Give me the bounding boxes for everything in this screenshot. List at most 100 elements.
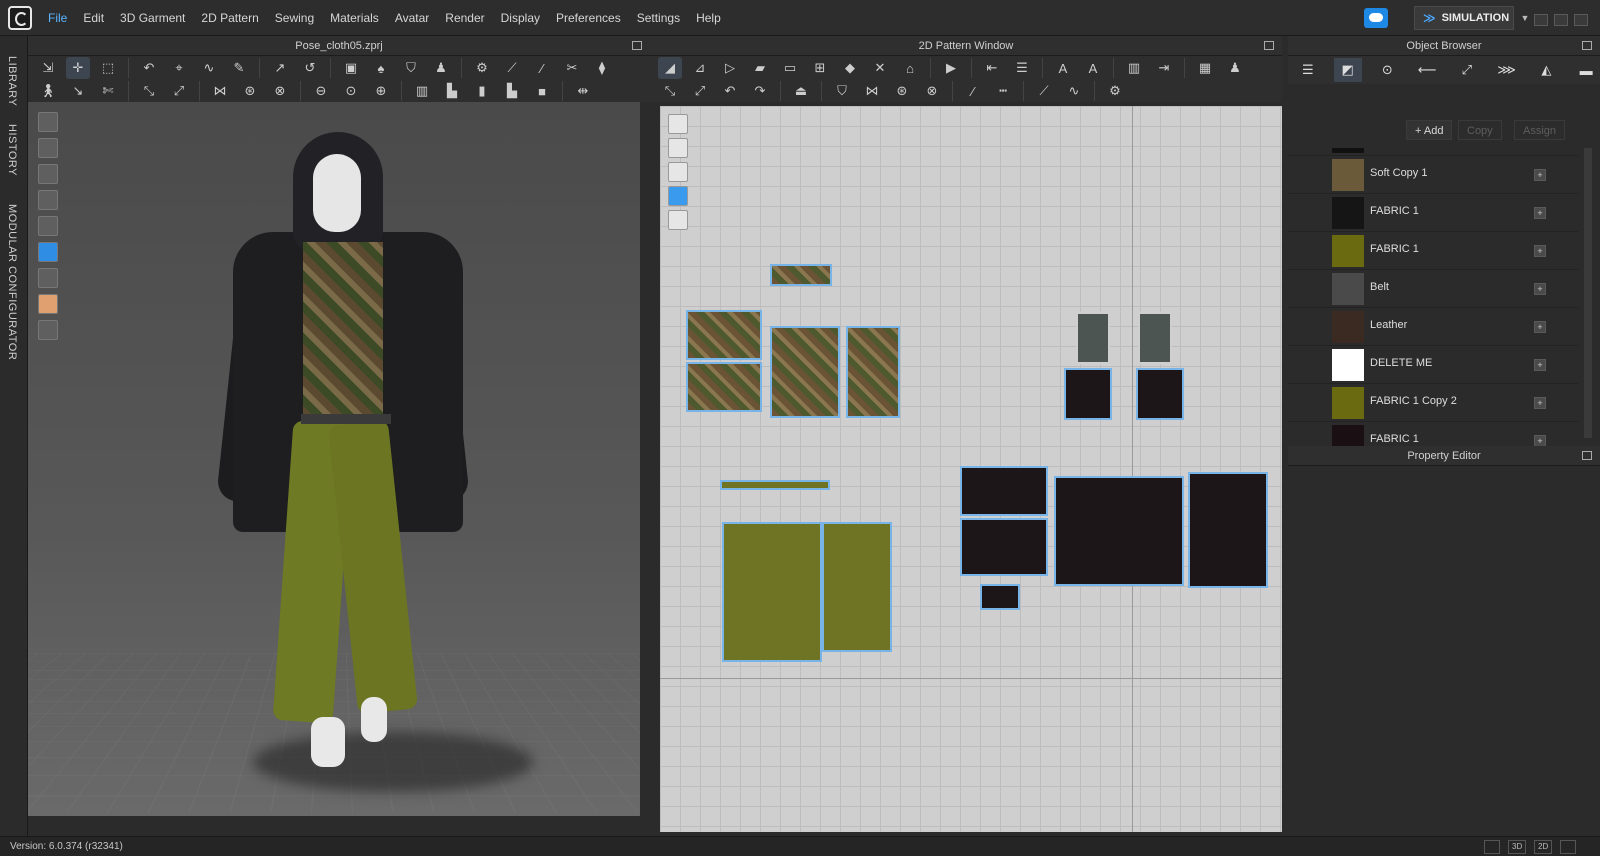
sew-icon[interactable]: ↘ bbox=[66, 80, 90, 102]
info-icon[interactable] bbox=[668, 162, 688, 182]
view-mode-icon[interactable] bbox=[38, 112, 58, 132]
skin-icon[interactable] bbox=[38, 294, 58, 314]
text-icon[interactable]: A bbox=[1051, 57, 1075, 79]
tape-icon[interactable]: ↺ bbox=[298, 57, 322, 79]
menu-settings[interactable]: Settings bbox=[629, 0, 688, 36]
dash-icon[interactable]: ┅ bbox=[991, 80, 1015, 102]
tack-icon[interactable]: ∿ bbox=[197, 57, 221, 79]
popout-icon[interactable] bbox=[1582, 41, 1592, 50]
minimize-button[interactable] bbox=[1534, 14, 1548, 26]
ruler-icon[interactable]: ⟋ bbox=[500, 57, 524, 79]
diag-icon[interactable]: ⁄ bbox=[961, 80, 985, 102]
iron-icon[interactable]: ⏏ bbox=[789, 80, 813, 102]
text2-icon[interactable]: A bbox=[1081, 57, 1105, 79]
sew2-2d-icon[interactable]: ⊛ bbox=[890, 80, 914, 102]
simulation-dropdown-icon[interactable]: ▼ bbox=[1518, 6, 1532, 30]
pencil-icon[interactable] bbox=[668, 114, 688, 134]
cut-icon[interactable]: ✕ bbox=[868, 57, 892, 79]
avatar-tool-icon[interactable]: ▣ bbox=[339, 57, 363, 79]
pattern-piece-jacket-front[interactable] bbox=[1054, 476, 1184, 586]
trace-icon[interactable]: ⌂ bbox=[898, 57, 922, 79]
polygon-icon[interactable]: ▰ bbox=[748, 57, 772, 79]
sew3-2d-icon[interactable]: ⊗ bbox=[920, 80, 944, 102]
person2d-icon[interactable]: ♟ bbox=[1223, 57, 1247, 79]
shirt-icon[interactable]: ⛉ bbox=[399, 57, 423, 79]
menu-help[interactable]: Help bbox=[688, 0, 729, 36]
texture2d-icon[interactable]: ▦ bbox=[1193, 57, 1217, 79]
stitch-line-icon[interactable]: ⟋ bbox=[1032, 80, 1056, 102]
popout-icon[interactable] bbox=[1582, 451, 1592, 460]
pin-icon[interactable]: ⌖ bbox=[167, 57, 191, 79]
pattern-piece-sleeve-upper[interactable] bbox=[686, 310, 762, 360]
person-view-icon[interactable] bbox=[38, 216, 58, 236]
shading-icon[interactable] bbox=[38, 268, 58, 288]
garment-icon[interactable]: ♠ bbox=[369, 57, 393, 79]
pattern-piece-jacket-sleeve-lower[interactable] bbox=[960, 518, 1048, 576]
topstitch-tab-icon[interactable]: ⤢ bbox=[1453, 58, 1481, 82]
menu-sewing[interactable]: Sewing bbox=[267, 0, 322, 36]
pattern-piece-hood-left[interactable] bbox=[1076, 312, 1110, 364]
camo-shirt[interactable] bbox=[303, 242, 383, 417]
transform-pattern-icon[interactable]: ◢ bbox=[658, 57, 682, 79]
cloud-icon[interactable] bbox=[1364, 8, 1388, 28]
pattern-piece-shirt-back[interactable] bbox=[846, 326, 900, 418]
button2-icon[interactable]: ⊙ bbox=[339, 80, 363, 102]
menu-render[interactable]: Render bbox=[437, 0, 492, 36]
wave-icon[interactable]: ∿ bbox=[1062, 80, 1086, 102]
grading-icon[interactable]: ☰ bbox=[1010, 57, 1034, 79]
person-icon[interactable]: ♟ bbox=[429, 57, 453, 79]
copy-button[interactable]: Copy bbox=[1458, 120, 1502, 140]
buttonhole-tab-icon[interactable]: ⟵ bbox=[1413, 58, 1441, 82]
seam-icon[interactable]: ⤡ bbox=[137, 80, 161, 102]
edit-point-icon[interactable]: ⊿ bbox=[688, 57, 712, 79]
material-apply-icon[interactable]: + bbox=[1534, 397, 1546, 409]
material-apply-icon[interactable]: + bbox=[1534, 169, 1546, 181]
menu-materials[interactable]: Materials bbox=[322, 0, 387, 36]
menu-edit[interactable]: Edit bbox=[75, 0, 112, 36]
brush-icon[interactable]: ✎ bbox=[227, 57, 251, 79]
pattern-piece-jacket-sleeve-upper[interactable] bbox=[960, 466, 1048, 516]
material-item[interactable]: FABRIC 1 + bbox=[1288, 232, 1578, 270]
more-tab-icon[interactable]: ▬ bbox=[1572, 58, 1600, 82]
trim-icon[interactable]: ✂ bbox=[560, 57, 584, 79]
pattern-piece-hood-side-right[interactable] bbox=[1136, 368, 1184, 420]
material-apply-icon[interactable]: + bbox=[1534, 283, 1546, 295]
arrows-icon[interactable]: ⇹ bbox=[571, 80, 595, 102]
menu-avatar[interactable]: Avatar bbox=[387, 0, 437, 36]
menu-2d-pattern[interactable]: 2D Pattern bbox=[193, 0, 266, 36]
add-button[interactable]: + Add bbox=[1406, 120, 1453, 140]
seam-line-icon[interactable]: ⤡ bbox=[658, 80, 682, 102]
assign-button[interactable]: Assign bbox=[1514, 120, 1566, 140]
popout-icon[interactable] bbox=[632, 41, 642, 50]
menu-display[interactable]: Display bbox=[493, 0, 548, 36]
fill3-icon[interactable]: ▙ bbox=[500, 80, 524, 102]
tab-history[interactable]: HISTORY bbox=[6, 124, 18, 176]
line-icon[interactable]: ⁄ bbox=[530, 57, 554, 79]
button-tab-icon[interactable]: ⊙ bbox=[1374, 58, 1402, 82]
viewport-3d[interactable] bbox=[28, 102, 640, 816]
simulation-button[interactable]: ≫ SIMULATION bbox=[1414, 6, 1514, 30]
button3-icon[interactable]: ⊕ bbox=[369, 80, 393, 102]
material-item[interactable]: FABRIC 1 + bbox=[1288, 194, 1578, 232]
lock-icon[interactable] bbox=[668, 210, 688, 230]
pattern-canvas[interactable] bbox=[660, 106, 1282, 832]
move-icon[interactable]: ✛ bbox=[66, 57, 90, 79]
close-button[interactable] bbox=[1574, 14, 1588, 26]
pattern-piece-waistband[interactable] bbox=[720, 480, 830, 490]
pattern-piece-collar[interactable] bbox=[770, 264, 832, 286]
fold2-2d-icon[interactable]: ↷ bbox=[748, 80, 772, 102]
zipper-icon[interactable]: ⧫ bbox=[590, 57, 614, 79]
sew2-icon[interactable]: ✄ bbox=[96, 80, 120, 102]
material-item[interactable]: FABRIC 1 Copy 2 + bbox=[1288, 384, 1578, 422]
menu-file[interactable]: File bbox=[40, 0, 75, 36]
trim-tab-icon[interactable]: ◭ bbox=[1533, 58, 1561, 82]
avatar-figure[interactable] bbox=[213, 132, 533, 792]
avatar-view-icon[interactable] bbox=[38, 190, 58, 210]
texture-icon[interactable]: ⚙ bbox=[470, 57, 494, 79]
tab-library[interactable]: LIBRARY bbox=[6, 56, 18, 106]
fabric-tab-icon[interactable]: ◩ bbox=[1333, 58, 1362, 82]
zipper2-icon[interactable]: ▥ bbox=[410, 80, 434, 102]
maximize-button[interactable] bbox=[1554, 14, 1568, 26]
material-item[interactable]: Soft Copy 1 + bbox=[1288, 156, 1578, 194]
garment2d-icon[interactable]: ⛉ bbox=[830, 80, 854, 102]
